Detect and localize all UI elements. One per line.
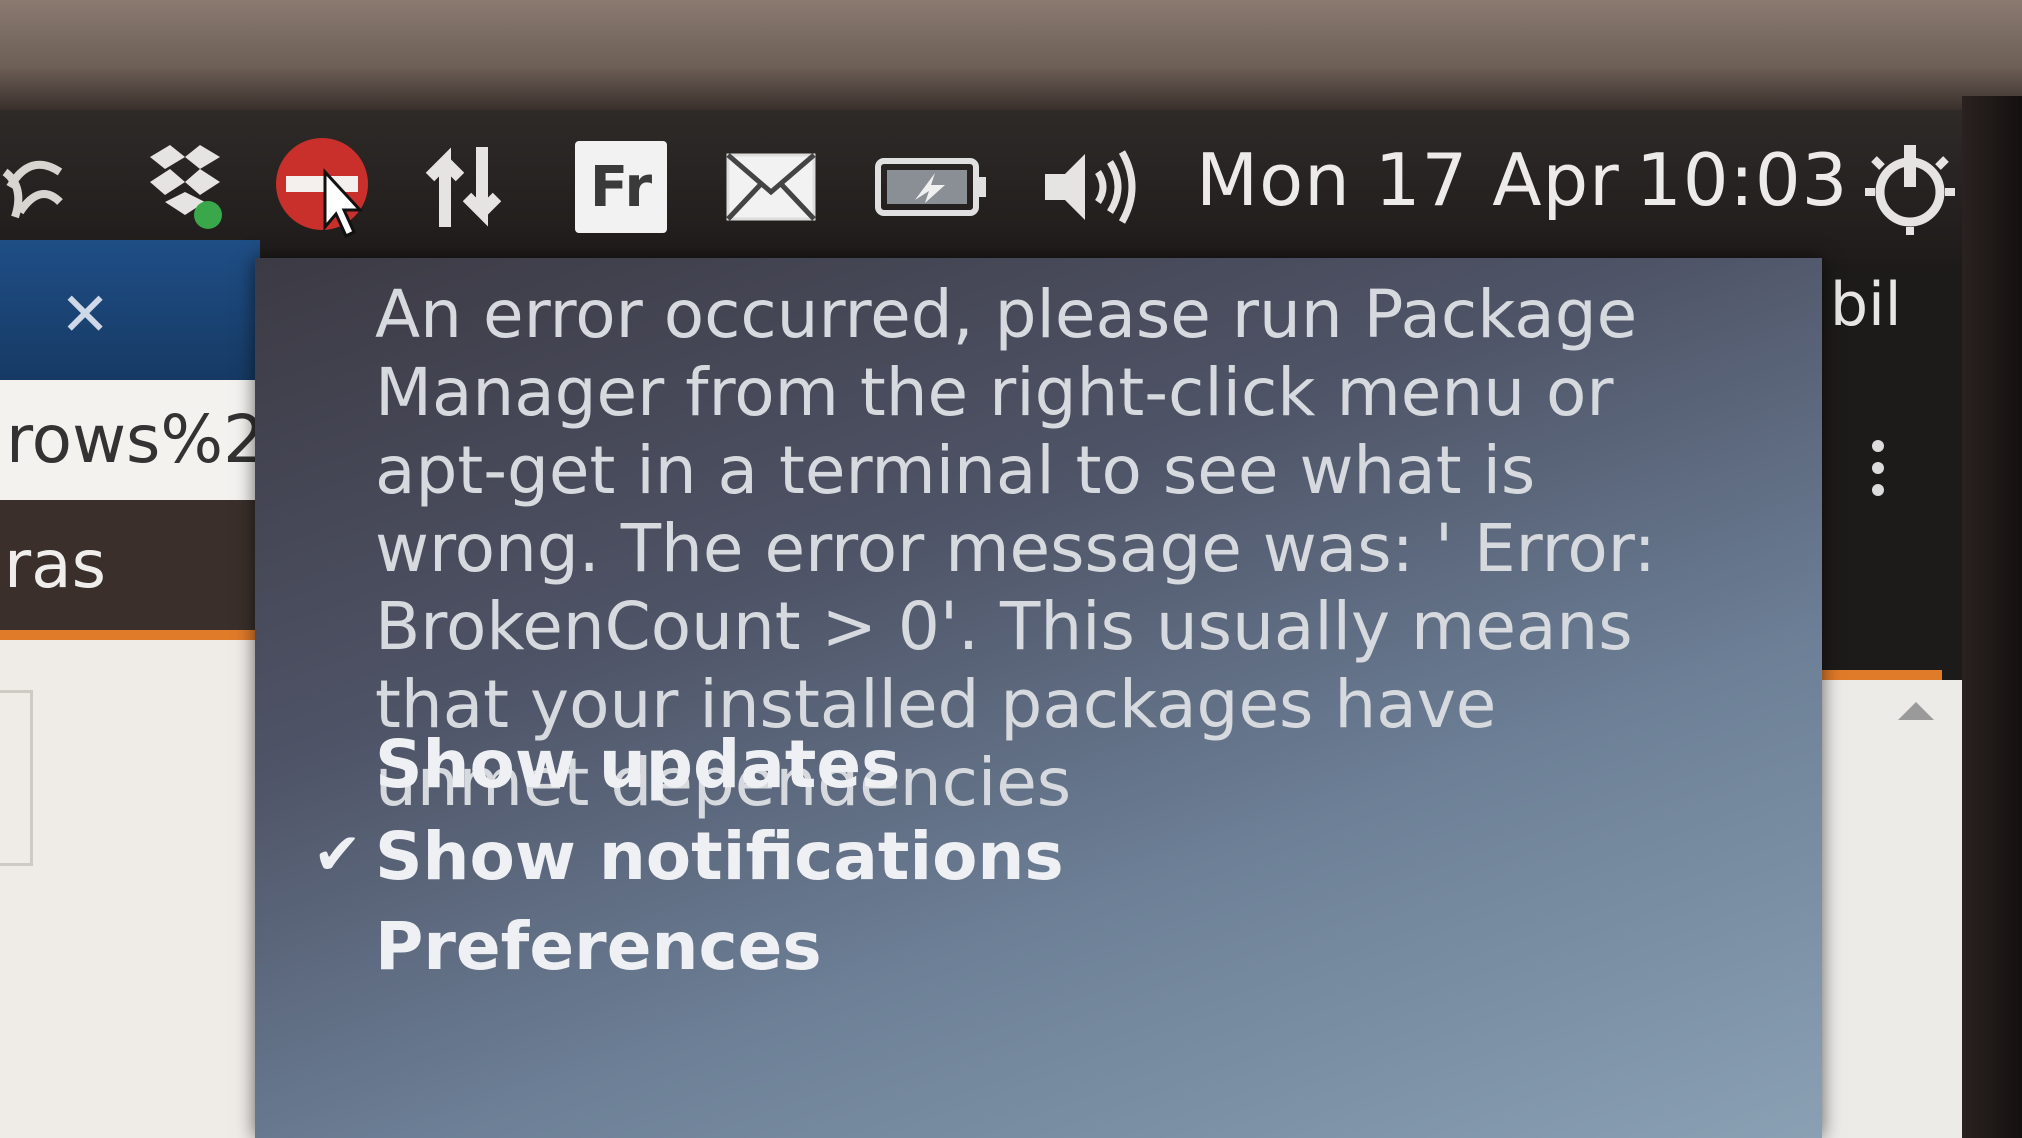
address-bar[interactable]: rows%20: [0, 380, 255, 500]
update-error-icon[interactable]: [270, 132, 380, 242]
more-options-icon[interactable]: [1872, 440, 1884, 496]
volume-icon[interactable]: [1040, 132, 1140, 242]
spiral-icon[interactable]: [0, 132, 70, 242]
date-label[interactable]: Mon 17 Apr: [1196, 138, 1620, 222]
battery-icon[interactable]: [875, 132, 990, 242]
right-content: [1822, 680, 1962, 1138]
browser-tab[interactable]: ✕: [0, 240, 260, 380]
monitor-bezel: [1962, 96, 2022, 1138]
mail-icon[interactable]: [725, 132, 817, 242]
right-panel-label: bil: [1830, 270, 1902, 340]
menu-item-show-notifications[interactable]: Show notifications: [375, 818, 1064, 895]
keyboard-layout-label: Fr: [575, 141, 667, 233]
accent-strip: [0, 630, 255, 640]
menu-item-preferences[interactable]: Preferences: [375, 908, 822, 985]
accent-strip-right: [1822, 670, 1942, 680]
wall-background: [0, 0, 2022, 110]
page-content: [0, 640, 255, 1138]
time-label[interactable]: 10:03: [1636, 138, 1849, 222]
keyboard-layout-indicator[interactable]: Fr: [575, 132, 667, 242]
update-indicator-menu: An error occurred, please run Package Ma…: [255, 258, 1822, 1138]
toolbar-label[interactable]: ras: [0, 500, 255, 630]
top-panel: Fr Mon 17 Apr 10:03: [0, 110, 1962, 265]
network-icon[interactable]: [420, 132, 510, 242]
content-box: [0, 690, 33, 866]
dropbox-icon[interactable]: [130, 132, 230, 242]
checkmark-icon: ✔: [313, 820, 362, 888]
screen: Fr Mon 17 Apr 10:03 ✕ rows%20 ras bil An…: [0, 110, 1962, 1138]
close-icon[interactable]: ✕: [60, 280, 110, 350]
menu-item-show-updates[interactable]: Show updates: [375, 726, 900, 803]
power-icon[interactable]: [1860, 132, 1960, 242]
scroll-up-icon[interactable]: [1898, 702, 1934, 720]
